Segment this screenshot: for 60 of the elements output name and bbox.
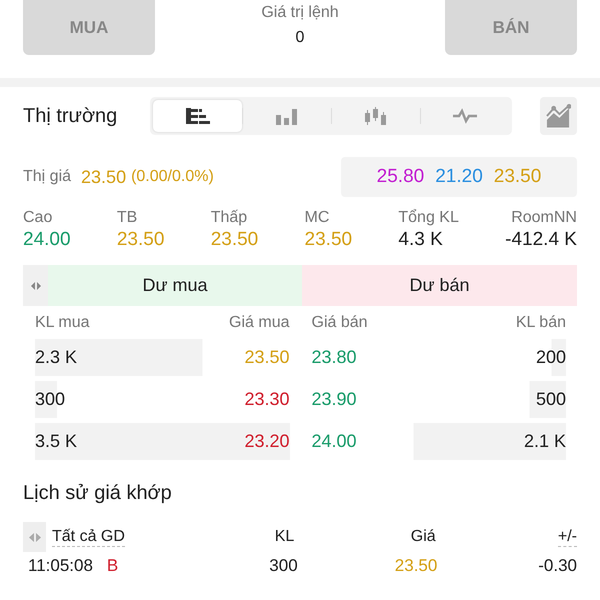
stat-label: Tổng KL bbox=[398, 209, 459, 227]
sell-volume: 2.1 K bbox=[524, 431, 566, 452]
stat-value: 23.50 bbox=[116, 229, 164, 251]
stat-value: 4.3 K bbox=[398, 229, 444, 251]
stat-label: MC bbox=[304, 209, 330, 227]
sell-volume: 200 bbox=[536, 347, 566, 368]
sell-price: 23.80 bbox=[312, 347, 357, 368]
buy-button[interactable]: MUA bbox=[23, 0, 155, 55]
chart-button[interactable] bbox=[540, 97, 577, 135]
column-header: Giá bbox=[410, 528, 436, 546]
price-value: 23.50 bbox=[81, 166, 126, 188]
order-value: 0 bbox=[296, 29, 304, 47]
column-header: +/- bbox=[558, 528, 577, 546]
buy-volume: 2.3 K bbox=[35, 347, 78, 368]
section-title: Lịch sử giá khớp bbox=[23, 482, 173, 506]
limit-price: 21.20 bbox=[435, 166, 483, 188]
stat-value: 23.50 bbox=[304, 229, 352, 251]
trade-time: 11:05:08 bbox=[28, 556, 93, 575]
sell-price: 23.90 bbox=[312, 389, 357, 410]
column-header: KL mua bbox=[35, 313, 91, 333]
stat-value: 24.00 bbox=[23, 229, 71, 251]
area-chart-icon bbox=[546, 104, 571, 128]
column-header: Giá mua bbox=[228, 313, 290, 333]
buy-volume: 300 bbox=[35, 389, 66, 410]
trade-price: 23.50 bbox=[394, 557, 438, 574]
buy-volume: 3.5 K bbox=[35, 431, 78, 452]
order-value-label: Giá trị lệnh bbox=[261, 4, 339, 22]
line-chart-icon bbox=[452, 107, 476, 125]
order-book-tab[interactable] bbox=[153, 100, 242, 132]
buy-side-header: Dư mua bbox=[48, 265, 302, 306]
stat-label: TB bbox=[116, 209, 138, 227]
bar-chart-icon bbox=[274, 107, 298, 125]
candlestick-icon bbox=[364, 107, 388, 125]
toggle-icon[interactable] bbox=[23, 265, 48, 306]
sell-button[interactable]: BÁN bbox=[445, 0, 577, 55]
stat-label: Thấp bbox=[210, 209, 248, 227]
column-header: KL bán bbox=[514, 313, 566, 333]
column-header: Giá bán bbox=[312, 313, 369, 333]
limit-price: 23.50 bbox=[494, 166, 542, 188]
order-book-icon bbox=[186, 107, 210, 125]
buy-price: 23.30 bbox=[244, 389, 290, 410]
trade-side: B bbox=[106, 556, 118, 575]
stat-label: Cao bbox=[23, 209, 54, 227]
price-label: Thị giá bbox=[23, 168, 72, 186]
limit-price: 25.80 bbox=[376, 166, 424, 188]
sell-side-header: Dư bán bbox=[302, 265, 577, 306]
filter-dropdown[interactable]: Tất cả GD bbox=[52, 528, 125, 546]
section-title: Thị trường bbox=[23, 104, 118, 128]
sell-price: 24.00 bbox=[312, 431, 357, 452]
toggle-icon[interactable] bbox=[23, 522, 46, 552]
trade-change: -0.30 bbox=[538, 557, 577, 574]
sell-volume: 500 bbox=[536, 389, 566, 410]
stat-value: -412.4 K bbox=[505, 229, 577, 251]
buy-price: 23.50 bbox=[244, 347, 290, 368]
stat-value: 23.50 bbox=[210, 229, 258, 251]
buy-price: 23.20 bbox=[244, 431, 290, 452]
trade-volume: 300 bbox=[269, 557, 298, 574]
stat-label: RoomNN bbox=[511, 209, 577, 227]
price-change: (0.00/0.0%) bbox=[131, 168, 214, 186]
column-header: KL bbox=[274, 528, 294, 546]
